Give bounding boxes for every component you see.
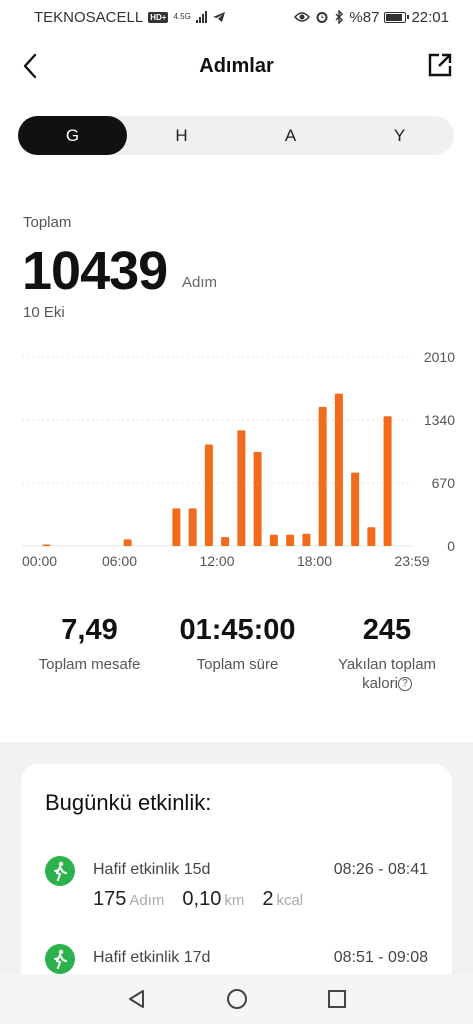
y-tick-label: 0 xyxy=(447,538,455,554)
activity-steps-unit: Adım xyxy=(129,892,165,909)
app-header: Adımlar xyxy=(0,40,473,92)
activity-distance: 0,10 xyxy=(182,888,222,910)
total-steps-value: 10439 xyxy=(22,241,168,301)
chevron-left-icon[interactable] xyxy=(16,52,44,80)
chart-bar xyxy=(318,406,327,546)
activity-name: Hafif etkinlik 17d xyxy=(93,949,211,966)
stats-row: 7,49 Toplam mesafe 01:45:00 Toplam süre … xyxy=(0,614,473,714)
stat-calories: 245 Yakılan toplam kalori? xyxy=(322,614,452,693)
chart-bar xyxy=(367,527,376,546)
chart-bar xyxy=(204,444,213,546)
date-label: 10 Eki xyxy=(23,304,65,321)
x-tick-label: 18:00 xyxy=(297,553,332,569)
x-tick-label: 12:00 xyxy=(199,553,234,569)
chart-bar xyxy=(383,416,392,546)
x-tick-label: 23:59 xyxy=(394,553,429,569)
status-time: 22:01 xyxy=(411,8,449,26)
status-bar: TEKNOSACELL HD+ 4.5G %87 22:01 xyxy=(0,0,473,34)
steps-bar-chart: 2010 1340 670 0 00:00 06:00 12:00 18:00 23:59 xyxy=(22,349,456,569)
chart-bar xyxy=(269,534,278,546)
stat-duration: 01:45:00 Toplam süre xyxy=(165,614,310,674)
chart-bar xyxy=(351,472,360,546)
period-tabs: G H A Y xyxy=(18,116,454,155)
status-right: %87 22:01 xyxy=(294,9,449,26)
stat-calories-label-line1: Yakılan toplam xyxy=(337,656,437,673)
status-left: TEKNOSACELL HD+ 4.5G xyxy=(34,9,226,26)
y-tick-label: 1340 xyxy=(424,412,455,428)
stat-duration-label: Toplam süre xyxy=(196,656,279,673)
tab-year[interactable]: Y xyxy=(345,116,454,155)
activity-distance-unit: km xyxy=(224,892,245,909)
battery-icon xyxy=(384,11,410,23)
chart-bar xyxy=(334,393,343,546)
stat-distance-label: Toplam mesafe xyxy=(38,656,141,673)
tab-month[interactable]: A xyxy=(236,116,345,155)
chart-bar xyxy=(172,508,181,546)
tab-week[interactable]: H xyxy=(127,116,236,155)
activity-metrics: 175 Adım 0,10 km 2 kcal xyxy=(93,888,321,911)
stat-calories-label: Yakılan toplam kalori? xyxy=(322,655,452,693)
activity-time: 08:26 - 08:41 xyxy=(333,861,428,878)
back-triangle-icon[interactable] xyxy=(122,984,152,1014)
activity-calories: 2 xyxy=(262,888,274,910)
tab-day[interactable]: G xyxy=(18,116,127,155)
y-tick-label: 670 xyxy=(432,475,456,491)
stat-calories-value: 245 xyxy=(362,614,412,646)
telegram-icon xyxy=(212,12,225,22)
chart-bar xyxy=(123,539,132,546)
alarm-icon xyxy=(316,12,328,23)
chart-bar xyxy=(188,508,197,546)
activity-card: Bugünkü etkinlik: Hafif etkinlik 15d 08:… xyxy=(21,764,452,984)
activity-item[interactable]: Hafif etkinlik 15d 08:26 - 08:41 175 Adım… xyxy=(21,856,452,916)
carrier-name: TEKNOSACELL xyxy=(34,8,144,26)
activity-steps: 175 xyxy=(93,888,127,910)
chart-bar xyxy=(237,430,246,546)
bluetooth-icon xyxy=(335,10,344,24)
info-icon[interactable]: ? xyxy=(397,677,412,692)
hd-badge: HD+ xyxy=(148,11,169,23)
system-nav-bar xyxy=(0,974,473,1024)
activity-title: Bugünkü etkinlik: xyxy=(45,790,212,815)
x-tick-label: 00:00 xyxy=(22,553,57,569)
eye-icon xyxy=(294,12,311,22)
stat-distance: 7,49 Toplam mesafe xyxy=(22,614,157,674)
stat-calories-label-line2: kalori xyxy=(362,675,398,692)
stat-duration-value: 01:45:00 xyxy=(179,614,296,646)
page-title: Adımlar xyxy=(199,54,274,77)
signal-icon xyxy=(195,11,207,23)
battery-percent: %87 xyxy=(349,8,380,26)
y-tick-label: 2010 xyxy=(424,349,455,365)
activity-calories-unit: kcal xyxy=(276,892,304,909)
chart-bar xyxy=(302,533,311,546)
share-icon[interactable] xyxy=(425,50,455,80)
walking-icon xyxy=(45,944,75,974)
activity-time: 08:51 - 09:08 xyxy=(333,949,428,966)
chart-bar xyxy=(42,544,51,546)
total-label: Toplam xyxy=(23,214,72,231)
total-steps-unit: Adım xyxy=(182,274,218,291)
home-circle-icon[interactable] xyxy=(222,984,252,1014)
chart-bar xyxy=(253,451,262,546)
x-tick-label: 06:00 xyxy=(102,553,137,569)
walking-icon xyxy=(45,856,75,886)
activity-name: Hafif etkinlik 15d xyxy=(93,861,211,878)
recents-square-icon[interactable] xyxy=(322,984,352,1014)
chart-bar xyxy=(221,537,230,546)
stat-distance-value: 7,49 xyxy=(61,614,118,646)
network-type: 4.5G xyxy=(173,12,191,21)
chart-bar xyxy=(286,534,295,546)
